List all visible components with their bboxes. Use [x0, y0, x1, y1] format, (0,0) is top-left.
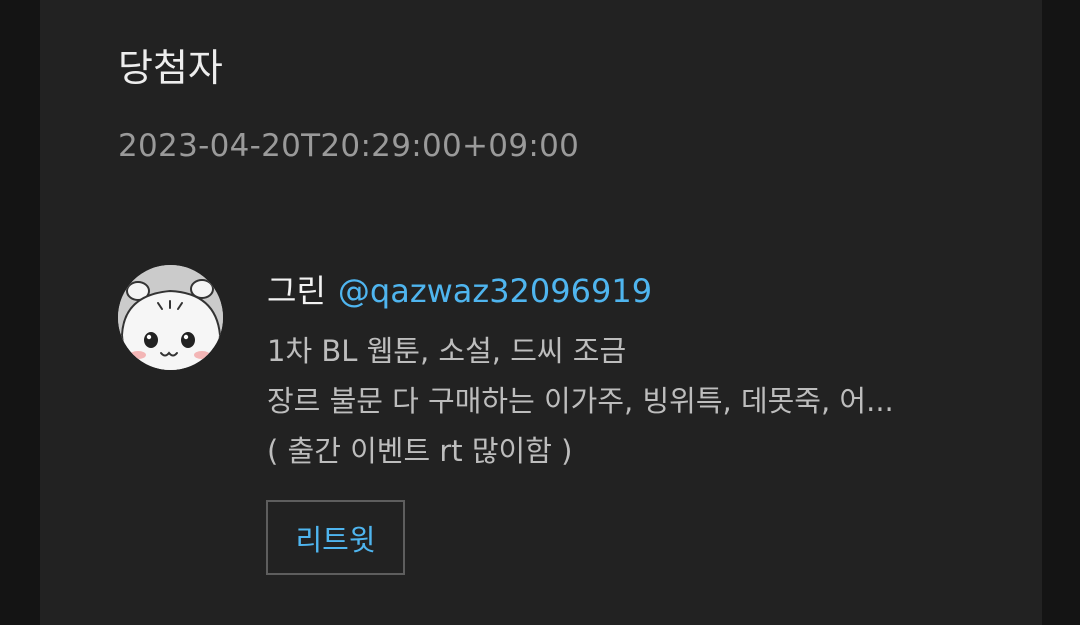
hamster-avatar-icon [118, 265, 223, 370]
bio-line: ( 출간 이벤트 rt 많이함 ) [267, 434, 573, 468]
winner-identity: 그린 @qazwaz32096919 [267, 270, 652, 312]
winner-handle-link[interactable]: @qazwaz32096919 [338, 272, 652, 310]
retweet-button[interactable]: 리트윗 [266, 500, 405, 575]
winner-bio: 1차 BL 웹툰, 소설, 드씨 조금 장르 불문 다 구매하는 이가주, 빙위… [267, 326, 967, 476]
bio-line: 1차 BL 웹툰, 소설, 드씨 조금 [267, 334, 627, 368]
winner-name: 그린 [267, 272, 326, 310]
winner-avatar[interactable] [118, 265, 223, 370]
announcement-timestamp: 2023-04-20T20:29:00+09:00 [118, 128, 580, 164]
bio-line: 장르 불문 다 구매하는 이가주, 빙위특, 데못죽, 어... [267, 384, 894, 418]
page-title: 당첨자 [118, 46, 223, 90]
